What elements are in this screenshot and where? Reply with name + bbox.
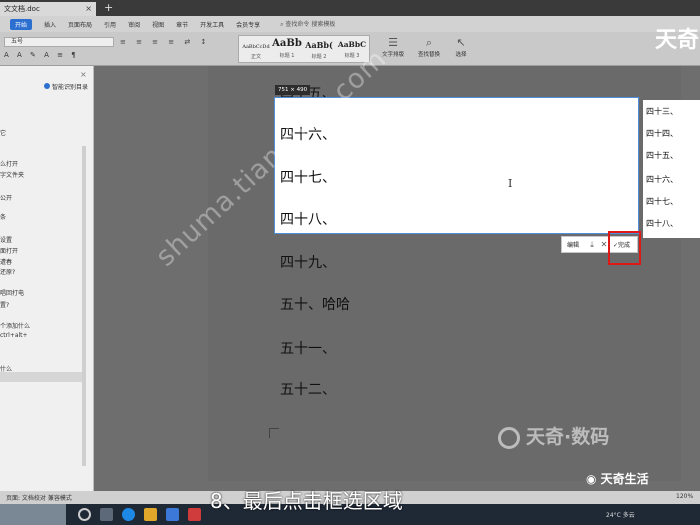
nav-item[interactable]: 公开 [0, 193, 12, 202]
style-name: 正文 [250, 54, 261, 60]
selected-line: 四十八、 [280, 212, 336, 228]
done-highlight-box [608, 231, 641, 265]
tutorial-caption: 8、最后点击框选区域 [210, 489, 403, 513]
menu-references[interactable]: 引用 [104, 20, 116, 29]
style-sample: AaBbCcDd [242, 44, 270, 50]
wps-icon[interactable] [188, 508, 201, 521]
brand-logo-top: 天奇 [655, 28, 700, 53]
paragraph-tools-icon[interactable]: ≡ ≡ ≡ ≡ ⇄ ↕ [120, 38, 210, 46]
menu-chapter[interactable]: 章节 [176, 20, 188, 29]
nav-scrollbar[interactable] [82, 146, 86, 466]
brand-logo-bottom: ◉ 天奇生活 [586, 472, 649, 486]
edge-icon[interactable] [122, 508, 135, 521]
find-replace-icon: ⌕ [425, 36, 433, 49]
weather-status[interactable]: 24°C 多云 [606, 510, 635, 519]
task-view-icon[interactable] [100, 508, 113, 521]
nav-item[interactable]: 什么 [0, 364, 12, 373]
style-heading-2[interactable]: AaBb( 标题 2 [303, 38, 335, 60]
title-bar: 文文档.doc × + [0, 0, 700, 16]
style-sample: AaBbC [337, 40, 367, 49]
preview-item: 四十五、 [646, 151, 678, 160]
search-icon[interactable] [78, 508, 91, 521]
smart-toc-button[interactable]: 智能识别目录 [44, 82, 88, 91]
nav-item[interactable]: 唱回打电 [0, 288, 24, 297]
doc-line: 五十、哈哈 [280, 297, 350, 313]
text-layout-icon: ☰ [388, 36, 398, 49]
text-cursor-icon: I [508, 177, 513, 190]
nav-item[interactable]: ctrl+alt+ [0, 332, 28, 339]
style-name: 标题 2 [311, 54, 327, 60]
brand-bottom-text: 天奇生活 [600, 472, 649, 486]
status-text: 页面: 文档校对 兼容模式 [6, 495, 72, 502]
font-size-select[interactable]: 五号 [4, 37, 114, 47]
doc-line: 五十一、 [280, 341, 336, 357]
style-sample: AaBb( [305, 40, 333, 50]
preview-item: 四十三、 [646, 107, 678, 116]
nav-item[interactable]: 条 [0, 212, 6, 221]
nav-item[interactable]: 置? [0, 300, 9, 309]
selection-size-label: 751 × 490 [275, 85, 311, 95]
format-tools-icon[interactable]: A A ✎ A ≡ ¶ [4, 51, 79, 59]
screen: 文文档.doc × + 开始 插入 页面布局 引用 审阅 视图 章节 开发工具 … [0, 0, 700, 525]
nav-item[interactable]: 遭春 [0, 257, 12, 266]
menu-insert[interactable]: 插入 [44, 20, 56, 29]
close-tab-icon[interactable]: × [85, 2, 92, 16]
capture-edit-button[interactable]: 编辑 [562, 240, 586, 249]
command-search[interactable]: ⌕ 查找命令 搜索模板 [280, 19, 335, 29]
find-replace-label: 查找替换 [417, 52, 440, 58]
menu-home[interactable]: 开始 [10, 18, 33, 30]
nav-close-icon[interactable]: × [80, 70, 87, 79]
selected-line: 四十七、 [280, 170, 336, 186]
menu-view[interactable]: 视图 [152, 20, 164, 29]
smart-toc-icon [44, 83, 50, 89]
font-size-value: 五号 [11, 38, 24, 45]
store-icon[interactable] [166, 508, 179, 521]
nav-item[interactable]: 个添加什么 [0, 321, 30, 330]
preview-item: 四十七、 [646, 197, 678, 206]
capture-preview: 四十三、 四十四、 四十五、 四十六、 四十七、 四十八、 [643, 100, 700, 238]
menu-review[interactable]: 审阅 [128, 20, 140, 29]
style-normal[interactable]: AaBbCcDd 正文 [241, 38, 271, 60]
brand-mid-text: 天奇·数码 [526, 426, 610, 448]
download-icon[interactable]: ⤓ [586, 240, 598, 250]
brand-logo-mid: 天奇·数码 [498, 422, 609, 449]
nav-item[interactable]: 字文件夹 [0, 170, 24, 179]
select-label: 选择 [455, 52, 467, 58]
select-button[interactable]: ↖ 选择 [446, 36, 476, 58]
command-search-label: 查找命令 搜索模板 [285, 21, 336, 28]
preview-item: 四十八、 [646, 219, 678, 228]
ribbon: 五号 A A ✎ A ≡ ¶ ≡ ≡ ≡ ≡ ⇄ ↕ AaBbCcDd 正文 A… [0, 32, 700, 66]
nav-item[interactable]: 么打开 [0, 159, 18, 168]
smart-toc-label: 智能识别目录 [52, 84, 89, 91]
menu-developer[interactable]: 开发工具 [200, 20, 224, 29]
zoom-level[interactable]: 120% [676, 493, 693, 500]
doc-line: 四十九、 [280, 255, 336, 271]
new-tab-plus-icon[interactable]: + [104, 1, 113, 15]
weather-thumbnail [0, 504, 66, 525]
file-explorer-icon[interactable] [144, 508, 157, 521]
menu-page-layout[interactable]: 页面布局 [68, 20, 92, 29]
style-gallery: AaBbCcDd 正文 AaBb 标题 1 AaBb( 标题 2 AaBbC 标… [238, 35, 370, 63]
nav-item[interactable]: 还原? [0, 267, 15, 276]
navigation-pane: × 智能识别目录 它 么打开 字文件夹 公开 条 设置 面打开 遭春 还原? 唱… [0, 66, 94, 491]
find-replace-button[interactable]: ⌕ 查找替换 [414, 36, 444, 58]
doc-line: 五十二、 [280, 382, 336, 398]
nav-item[interactable]: 设置 [0, 235, 12, 244]
nav-selected-row [0, 372, 82, 382]
style-heading-1[interactable]: AaBb 标题 1 [271, 38, 303, 59]
nav-item[interactable]: 面打开 [0, 246, 18, 255]
select-icon: ↖ [456, 36, 466, 49]
menu-member[interactable]: 会员专享 [236, 20, 260, 29]
brand-circle-icon [498, 426, 520, 449]
preview-item: 四十四、 [646, 129, 678, 138]
style-sample: AaBb [272, 38, 302, 49]
document-tab-label: 文文档.doc [4, 5, 40, 13]
style-name: 标题 1 [279, 53, 295, 59]
document-tab[interactable]: 文文档.doc × [0, 2, 96, 16]
preview-item: 四十六、 [646, 175, 678, 184]
page-corner-mark [269, 428, 279, 438]
nav-item[interactable]: 它 [0, 128, 6, 137]
menu-bar: 开始 插入 页面布局 引用 审阅 视图 章节 开发工具 会员专享 ⌕ 查找命令 … [0, 16, 700, 32]
